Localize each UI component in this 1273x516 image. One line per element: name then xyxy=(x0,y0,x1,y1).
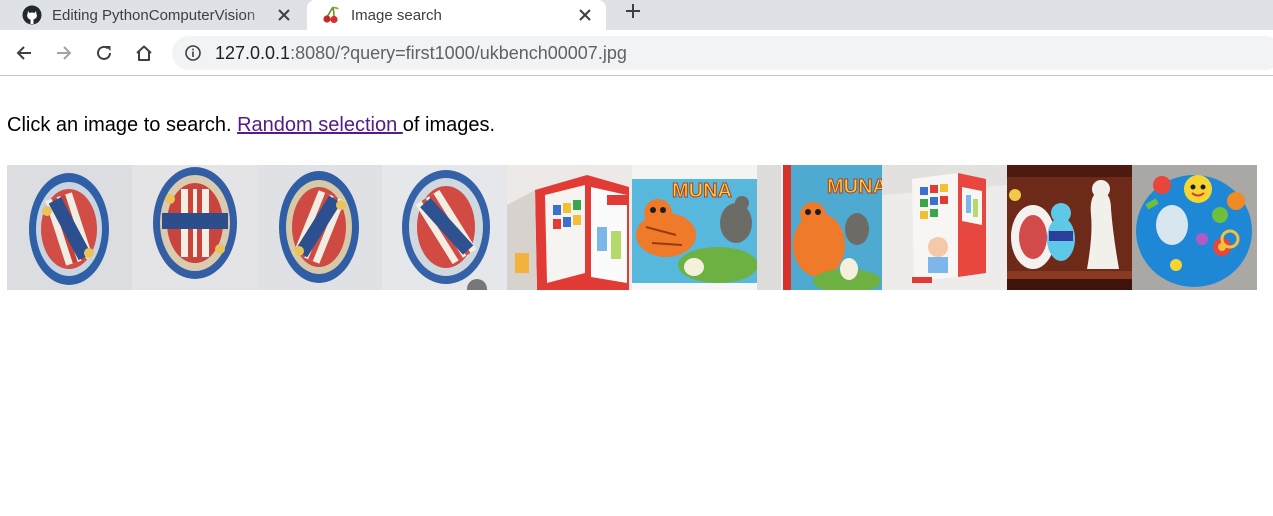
home-icon xyxy=(135,44,153,62)
info-icon[interactable] xyxy=(184,44,202,62)
url-text: 127.0.0.1:8080/?query=first1000/ukbench0… xyxy=(215,43,627,64)
github-icon xyxy=(22,5,42,25)
close-tab-icon[interactable] xyxy=(576,6,594,24)
svg-text:MUNA: MUNA xyxy=(672,180,732,202)
result-thumbnail[interactable] xyxy=(7,165,132,290)
result-thumbnail[interactable] xyxy=(132,165,257,290)
random-selection-link[interactable]: Random selection xyxy=(237,114,403,136)
tab-image-search[interactable]: Image search xyxy=(307,0,606,30)
tab-editing[interactable]: Editing PythonComputerVision xyxy=(0,0,305,30)
tab-strip: Editing PythonComputerVision Image searc… xyxy=(0,0,1273,30)
reload-icon xyxy=(95,44,113,62)
result-thumbnail[interactable]: MUNA xyxy=(632,165,757,290)
arrow-left-icon xyxy=(15,44,33,62)
result-thumbnail[interactable] xyxy=(257,165,382,290)
result-thumbnail[interactable] xyxy=(882,165,1007,290)
home-button[interactable] xyxy=(130,40,158,66)
tab-label: Editing PythonComputerVision xyxy=(52,6,256,24)
close-tab-icon[interactable] xyxy=(275,6,293,24)
result-thumbnails: MUNA MUNA xyxy=(7,165,1257,290)
result-thumbnail[interactable] xyxy=(507,165,632,290)
result-thumbnail[interactable] xyxy=(1132,165,1257,290)
intro-after: of images. xyxy=(402,114,496,136)
address-bar[interactable]: 127.0.0.1:8080/?query=first1000/ukbench0… xyxy=(172,36,1273,70)
tab-label: Image search xyxy=(351,6,442,24)
result-thumbnail[interactable] xyxy=(1007,165,1132,290)
result-thumbnail[interactable]: MUNA xyxy=(757,165,882,290)
arrow-right-icon xyxy=(55,44,73,62)
new-tab-button[interactable] xyxy=(620,0,646,22)
reload-button[interactable] xyxy=(90,40,118,66)
back-button[interactable] xyxy=(10,40,38,66)
forward-button[interactable] xyxy=(50,40,78,66)
result-thumbnail[interactable] xyxy=(382,165,507,290)
plus-icon xyxy=(625,3,641,19)
toolbar: 127.0.0.1:8080/?query=first1000/ukbench0… xyxy=(0,30,1273,76)
intro-text: Click an image to search. Random selecti… xyxy=(7,114,495,137)
cherries-icon xyxy=(321,5,341,25)
url-path: :8080/?query=first1000/ukbench00007.jpg xyxy=(290,43,627,63)
page-content: Click an image to search. Random selecti… xyxy=(0,77,1273,516)
url-host: 127.0.0.1 xyxy=(215,43,291,63)
intro-before: Click an image to search. xyxy=(7,114,238,136)
svg-text:MUNA: MUNA xyxy=(827,176,882,198)
